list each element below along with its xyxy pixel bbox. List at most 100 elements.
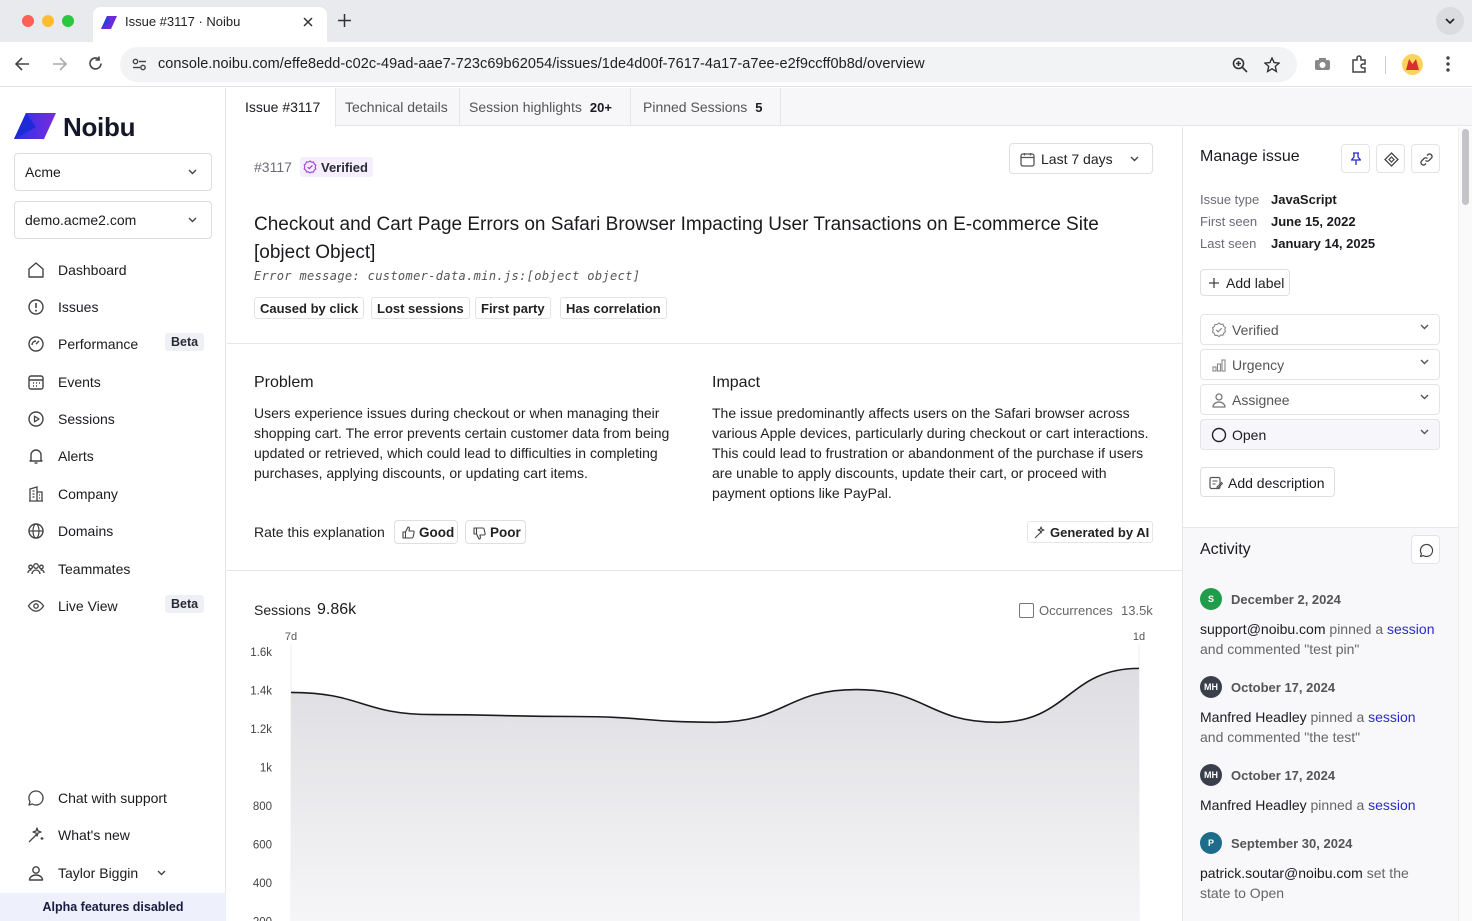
sessions-line <box>290 667 1140 724</box>
sidebar-item-label: Teammates <box>58 561 131 577</box>
y-tick-label: 800 <box>253 801 272 813</box>
sidebar-item-alerts[interactable]: Alerts <box>24 441 214 471</box>
add-label-button[interactable]: Add label <box>1200 269 1290 296</box>
zoom-icon[interactable] <box>1232 57 1248 73</box>
y-tick-label: 1.4k <box>250 686 272 698</box>
sidebar-item-company[interactable]: Company <box>24 479 214 509</box>
sidebar-item-live-view[interactable]: Live View Beta <box>24 591 214 621</box>
rate-label: Rate this explanation <box>254 524 385 540</box>
sidebar-item-label: Live View <box>58 598 118 614</box>
status-select[interactable]: Open <box>1200 419 1440 450</box>
activity-entry: Manfred Headley pinned a session <box>1200 795 1440 815</box>
building-icon <box>29 486 43 502</box>
calendar-icon <box>1020 153 1035 167</box>
tab-session-highlights[interactable]: Session highlights 20+ <box>460 88 631 126</box>
tag-caused-by-click: Caused by click <box>254 297 365 319</box>
data-point-1d[interactable] <box>1136 665 1142 671</box>
session-link[interactable]: session <box>1368 797 1415 813</box>
org-select[interactable]: Acme <box>14 153 212 191</box>
minimize-window-button[interactable] <box>42 15 54 27</box>
session-link[interactable]: session <box>1387 621 1434 637</box>
activity-verb: pinned a <box>1306 797 1369 813</box>
copy-link-button[interactable] <box>1411 144 1440 173</box>
chat-support-button[interactable]: Chat with support <box>24 783 214 813</box>
add-comment-button[interactable] <box>1411 535 1440 564</box>
avatar: MH <box>1200 764 1222 786</box>
rate-good-button[interactable]: Good <box>394 520 458 544</box>
reload-icon[interactable] <box>88 56 103 71</box>
browser-menu-icon[interactable] <box>1446 56 1450 72</box>
pin-issue-button[interactable] <box>1341 144 1370 173</box>
sidebar-item-label: Alerts <box>58 448 94 464</box>
new-tab-icon[interactable] <box>338 14 351 27</box>
sidebar-item-dashboard[interactable]: Dashboard <box>24 255 214 285</box>
chat-icon <box>28 790 44 806</box>
main-scrollbar[interactable] <box>1458 127 1472 921</box>
tab-search-button[interactable] <box>1436 7 1464 35</box>
tab-technical-details[interactable]: Technical details <box>336 88 460 126</box>
activity-entry: Manfred Headley pinned a session and com… <box>1200 707 1440 747</box>
globe-icon <box>28 523 44 539</box>
data-point-3d[interactable] <box>853 687 859 693</box>
jira-button[interactable] <box>1376 144 1405 173</box>
activity-detail: and commented "the test" <box>1200 729 1361 745</box>
forward-arrow-icon[interactable] <box>52 57 67 71</box>
sessions-chart: 1.6k 1.4k 1.2k 1k 800 600 400 200 7d 1d <box>250 631 1145 921</box>
avatar: MH <box>1200 676 1222 698</box>
sparkle-icon <box>28 827 44 843</box>
profile-avatar[interactable] <box>1402 54 1423 75</box>
extensions-puzzle-icon[interactable] <box>1350 55 1368 73</box>
data-point-6d[interactable] <box>429 712 435 718</box>
add-description-button[interactable]: Add description <box>1200 467 1335 497</box>
session-link[interactable]: session <box>1368 709 1415 725</box>
sidebar-item-teammates[interactable]: Teammates <box>24 554 214 584</box>
whats-new-label: What's new <box>58 827 130 843</box>
rate-poor-button[interactable]: Poor <box>465 520 526 544</box>
camera-icon[interactable] <box>1314 57 1331 71</box>
verification-select[interactable]: Verified <box>1200 314 1440 345</box>
sidebar-item-domains[interactable]: Domains <box>24 516 214 546</box>
user-menu[interactable]: Taylor Biggin <box>24 858 214 888</box>
sidebar-item-events[interactable]: Events <box>24 367 214 397</box>
urgency-select[interactable]: Urgency <box>1200 349 1440 380</box>
sidebar-item-sessions[interactable]: Sessions <box>24 404 214 434</box>
chevron-down-icon <box>1420 394 1429 400</box>
maximize-window-button[interactable] <box>62 15 74 27</box>
status-select-value: Open <box>1232 427 1267 443</box>
problem-title: Problem <box>254 374 314 391</box>
add-description-text: Add description <box>1228 475 1325 491</box>
data-point-5d[interactable] <box>571 713 577 719</box>
y-tick-label: 600 <box>253 840 272 852</box>
comment-icon <box>1419 543 1434 558</box>
site-settings-icon[interactable] <box>132 58 147 71</box>
occurrences-checkbox[interactable] <box>1019 603 1034 618</box>
close-tab-icon[interactable] <box>303 17 313 27</box>
data-point-7d[interactable] <box>288 689 294 695</box>
whats-new-button[interactable]: What's new <box>24 820 214 850</box>
assignee-select[interactable]: Assignee <box>1200 384 1440 415</box>
back-arrow-icon[interactable] <box>15 57 30 71</box>
pin-icon <box>1350 152 1362 165</box>
domain-select[interactable]: demo.acme2.com <box>14 201 212 239</box>
bookmark-star-icon[interactable] <box>1264 57 1280 73</box>
address-bar[interactable]: console.noibu.com/effe8edd-c02c-49ad-aae… <box>120 47 1297 82</box>
date-range-select[interactable]: Last 7 days <box>1009 143 1153 174</box>
browser-tab[interactable]: Issue #3117 · Noibu <box>93 7 327 42</box>
divider <box>227 343 1182 344</box>
url-text: console.noibu.com/effe8edd-c02c-49ad-aae… <box>158 56 925 72</box>
data-point-2d[interactable] <box>995 719 1001 725</box>
sidebar-item-label: Domains <box>58 523 114 539</box>
y-tick-label: 1.6k <box>250 647 272 659</box>
sessions-label: Sessions <box>254 602 311 618</box>
home-icon <box>28 262 44 278</box>
scrollbar-thumb[interactable] <box>1462 129 1469 205</box>
sidebar-item-performance[interactable]: Performance Beta <box>24 329 214 359</box>
close-window-button[interactable] <box>22 15 34 27</box>
data-point-4d[interactable] <box>712 719 718 725</box>
tab-pinned-sessions[interactable]: Pinned Sessions 5 <box>631 88 781 126</box>
alpha-features-banner: Alpha features disabled <box>0 893 226 921</box>
domain-select-value: demo.acme2.com <box>25 212 137 228</box>
tag-first-party: First party <box>475 297 551 319</box>
sidebar-item-issues[interactable]: Issues <box>24 292 214 322</box>
tab-issue[interactable]: Issue #3117 <box>227 88 336 127</box>
